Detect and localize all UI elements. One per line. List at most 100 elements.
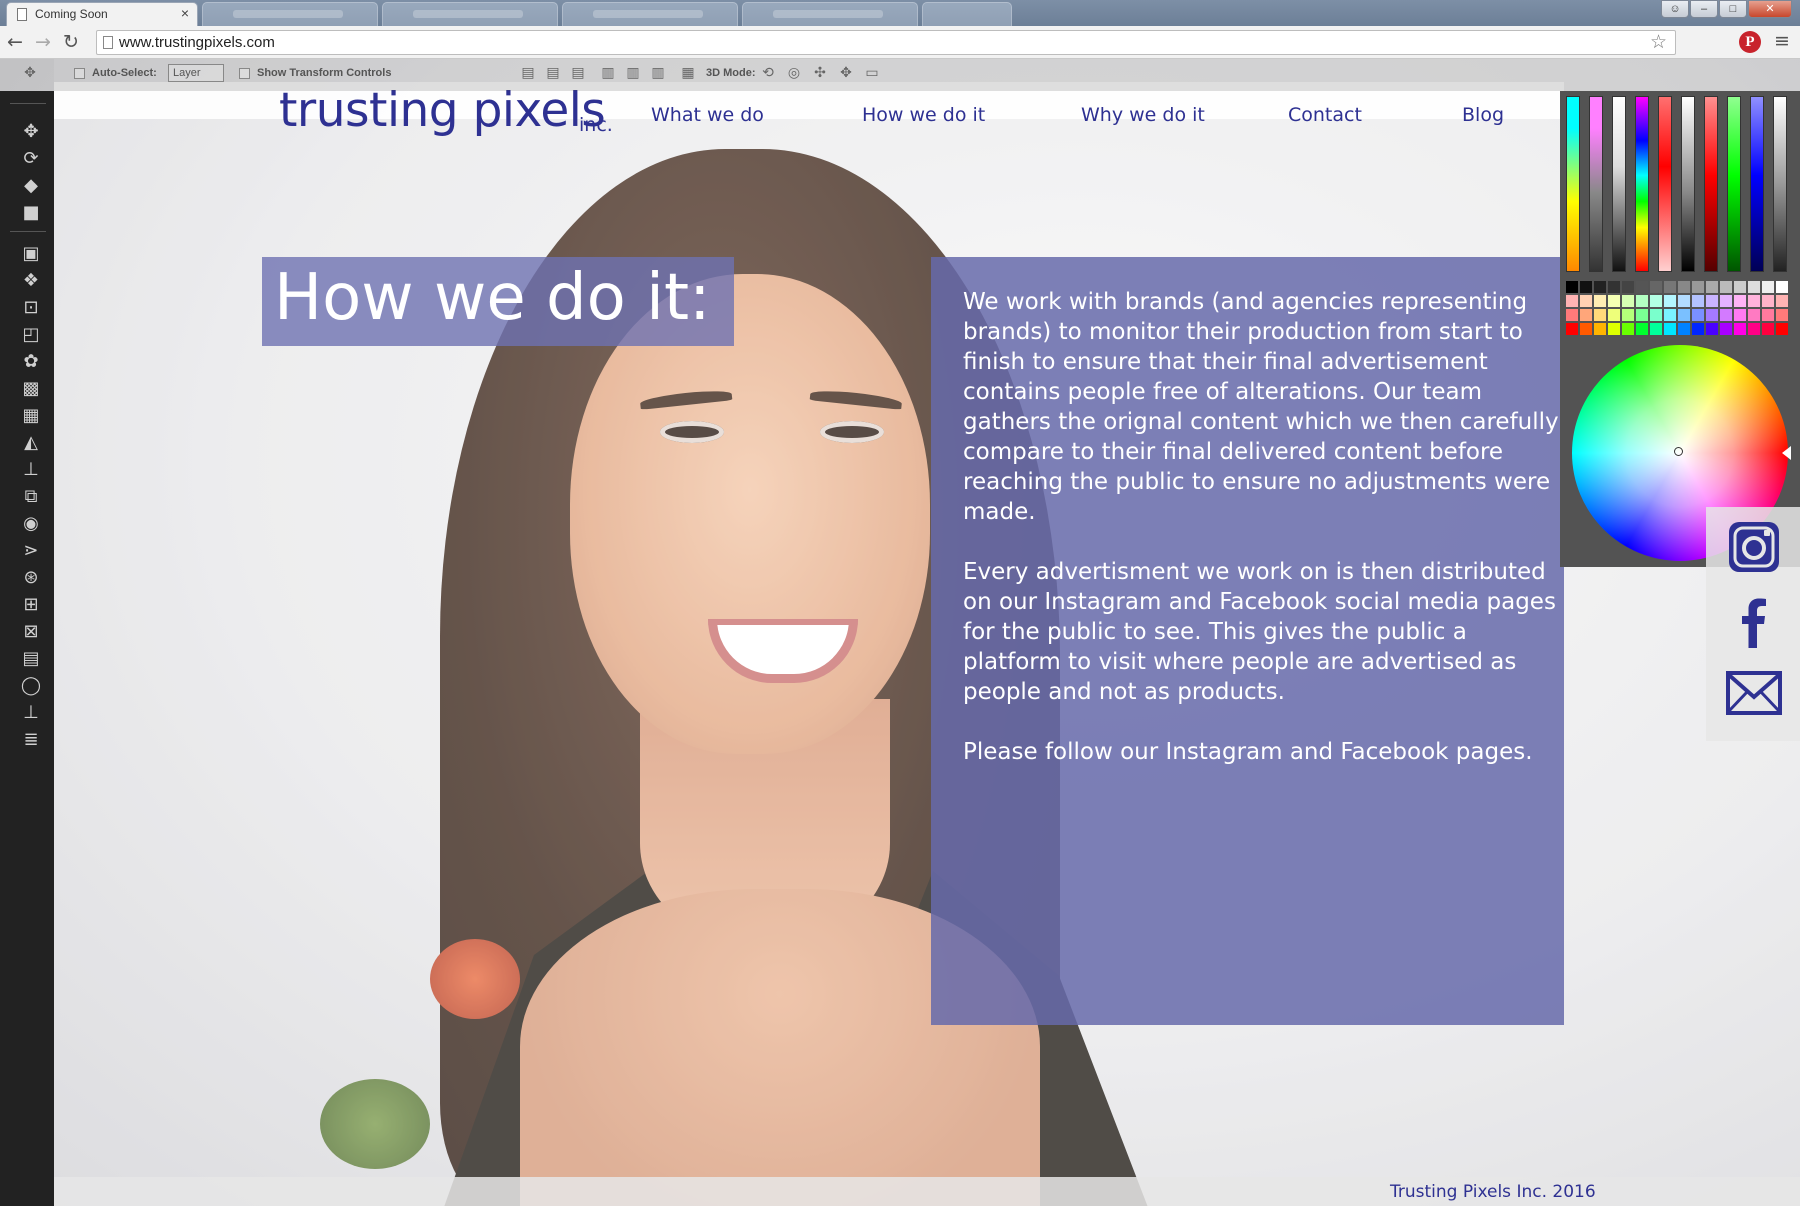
align-center-icon[interactable]: ▥ [625, 65, 641, 81]
align-middle-icon[interactable]: ▤ [545, 65, 561, 81]
nav-how-we-do-it[interactable]: How we do it [862, 104, 985, 126]
crop-icon[interactable]: ⊡ [18, 295, 44, 321]
tab-ghost-label [773, 10, 883, 18]
transform-icon[interactable]: ◰ [18, 322, 44, 348]
color-slider[interactable] [1612, 96, 1626, 272]
3d-roll-icon[interactable]: ◎ [786, 65, 802, 81]
user-icon[interactable]: ☺ [1661, 0, 1689, 18]
browser-tab-bar: Coming Soon × ☺ – □ ✕ [0, 0, 1800, 26]
facebook-icon[interactable] [1726, 592, 1782, 648]
nav-contact[interactable]: Contact [1288, 104, 1362, 126]
tab-ghost-label [413, 10, 523, 18]
puppet-icon[interactable]: ⊥ [18, 700, 44, 726]
color-slider[interactable] [1773, 96, 1787, 272]
flip-icon[interactable]: ◭ [18, 430, 44, 456]
checker-icon[interactable]: ▦ [18, 403, 44, 429]
3d-slide-icon[interactable]: ✥ [838, 65, 854, 81]
color-slider[interactable] [1681, 96, 1695, 272]
tab-ghost-label [233, 10, 343, 18]
pattern-icon[interactable]: ⊞ [18, 592, 44, 618]
site-logo-suffix: inc. [579, 114, 613, 136]
window-close-icon[interactable]: ✕ [1748, 0, 1792, 18]
blue-slider[interactable] [1750, 96, 1764, 272]
lines-icon[interactable]: ≣ [18, 727, 44, 753]
color-slider[interactable] [1566, 96, 1580, 272]
move-tool-icon[interactable]: ✥ [22, 65, 38, 81]
back-icon[interactable]: ← [4, 31, 26, 53]
align-top-icon[interactable]: ▤ [520, 65, 536, 81]
swatch-row-light [1566, 295, 1790, 307]
align-left-icon[interactable]: ▥ [600, 65, 616, 81]
eye-icon[interactable]: ◉ [18, 511, 44, 537]
red-slider[interactable] [1704, 96, 1718, 272]
tab-close-icon[interactable]: × [181, 5, 189, 21]
rectangle-icon[interactable]: ■ [18, 200, 44, 226]
bookmark-star-icon[interactable]: ☆ [1650, 31, 1667, 53]
transform-checkbox[interactable] [239, 68, 250, 79]
page-icon [103, 36, 113, 49]
instagram-icon[interactable] [1726, 519, 1782, 575]
auto-select-dropdown[interactable]: Layer [168, 64, 224, 82]
auto-select-checkbox[interactable] [74, 68, 85, 79]
align-bottom-icon[interactable]: ▤ [570, 65, 586, 81]
site-footer: Trusting Pixels Inc. 2016 [0, 1177, 1800, 1206]
footer-copyright: Trusting Pixels Inc. 2016 [1390, 1182, 1596, 1202]
measure-icon[interactable]: ⊥ [18, 457, 44, 483]
rotate-view-icon[interactable]: ⟳ [18, 146, 44, 172]
toolbox-divider [10, 103, 46, 104]
section-heading: How we do it: [274, 261, 711, 335]
nav-what-we-do[interactable]: What we do [651, 104, 764, 126]
nav-blog[interactable]: Blog [1462, 104, 1504, 126]
hue-slider[interactable] [1635, 96, 1649, 272]
forward-icon[interactable]: → [32, 31, 54, 53]
email-icon[interactable] [1726, 665, 1782, 721]
tab-background-4[interactable] [742, 2, 918, 26]
tab-background-1[interactable] [202, 2, 378, 26]
3d-drag-icon[interactable]: ✣ [812, 65, 828, 81]
content-paragraph: Every advertisment we work on is then di… [963, 559, 1556, 705]
browser-toolbar: ← → ↻ www.trustingpixels.com ☆ P ≡ [0, 26, 1800, 59]
marquee-icon[interactable]: ▣ [18, 241, 44, 267]
address-bar[interactable]: www.trustingpixels.com ☆ [96, 30, 1676, 55]
tab-new[interactable] [922, 2, 1012, 26]
move-icon[interactable]: ✥ [18, 119, 44, 145]
auto-select-label: Auto-Select: [92, 67, 157, 79]
3d-scale-icon[interactable]: ▭ [864, 65, 880, 81]
content-paragraph: Please follow our Instagram and Facebook… [963, 739, 1533, 765]
align-right-icon[interactable]: ▥ [650, 65, 666, 81]
group-icon[interactable]: ❖ [18, 268, 44, 294]
maximize-icon[interactable]: □ [1719, 0, 1747, 18]
warp-icon[interactable]: ✿ [18, 349, 44, 375]
green-slider[interactable] [1727, 96, 1741, 272]
swatch-row-saturated [1566, 323, 1790, 335]
menu-icon[interactable]: ≡ [1774, 30, 1790, 52]
color-slider[interactable] [1589, 96, 1603, 272]
path-icon[interactable]: ⋗ [18, 538, 44, 564]
tab-title: Coming Soon [35, 7, 108, 21]
color-slider[interactable] [1658, 96, 1672, 272]
swatch-row-gray [1566, 281, 1790, 293]
tab-coming-soon[interactable]: Coming Soon × [6, 2, 198, 26]
pinterest-icon[interactable]: P [1739, 31, 1761, 53]
layers-icon[interactable]: ▤ [18, 646, 44, 672]
3d-rotate-icon[interactable]: ⟲ [760, 65, 776, 81]
distribute-icon[interactable]: ▦ [680, 65, 696, 81]
shape-icon[interactable]: ◆ [18, 173, 44, 199]
tab-background-2[interactable] [382, 2, 558, 26]
site-logo[interactable]: trusting pixels [279, 87, 606, 134]
swatch-row-mid [1566, 309, 1790, 321]
reload-icon[interactable]: ↻ [60, 31, 82, 53]
color-picker-handle[interactable] [1674, 447, 1683, 456]
nav-why-we-do-it[interactable]: Why we do it [1081, 104, 1205, 126]
circle-icon[interactable]: ◯ [18, 673, 44, 699]
wheel-pointer-icon [1782, 446, 1791, 460]
transform-label: Show Transform Controls [257, 67, 392, 79]
mask-icon[interactable]: ▩ [18, 376, 44, 402]
page-favicon-icon [17, 8, 27, 21]
grid-icon[interactable]: ⊠ [18, 619, 44, 645]
tab-background-3[interactable] [562, 2, 738, 26]
stamp-icon[interactable]: ⊛ [18, 565, 44, 591]
scale-icon[interactable]: ⧉ [18, 484, 44, 510]
minimize-icon[interactable]: – [1690, 0, 1718, 18]
section-heading-box: How we do it: [262, 257, 734, 346]
